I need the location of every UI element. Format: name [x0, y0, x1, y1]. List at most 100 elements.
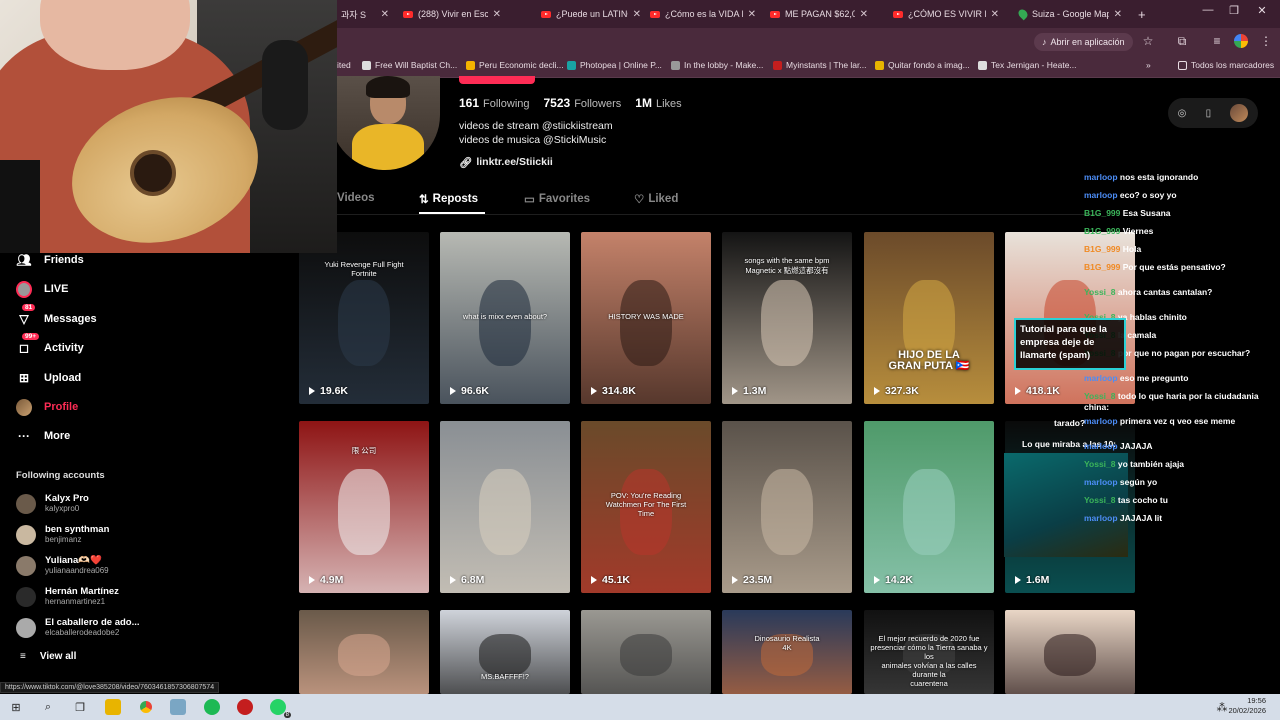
bookmark-item[interactable]: Peru Economic decli...	[466, 60, 564, 70]
sidebar-item-more[interactable]: ··· More	[16, 428, 70, 444]
bookmark-item[interactable]: Photopea | Online P...	[567, 60, 662, 70]
task-view-icon[interactable]: ❐	[72, 699, 88, 715]
menu-kebab-icon[interactable]: ⋮	[1258, 34, 1274, 48]
tab-videos[interactable]: Videos	[337, 192, 375, 204]
star-bookmark-icon[interactable]: ☆	[1140, 34, 1156, 48]
video-card[interactable]: Dinosaurio Realista 4K	[722, 610, 852, 694]
sidebar-item-friends[interactable]: 👥︎ Friends	[16, 252, 83, 268]
bookmark-label: Quitar fondo a imag...	[888, 60, 970, 70]
view-all-button[interactable]: ≡ View all	[20, 651, 76, 662]
chat-username: marloop	[1084, 441, 1118, 451]
windows-start-icon[interactable]: ⊞	[8, 699, 24, 715]
video-card[interactable]: 23.5M	[722, 421, 852, 593]
sidebar-item-messages[interactable]: ▽ 81 Messages	[16, 304, 97, 327]
chat-text: nos esta ignorando	[1119, 172, 1199, 182]
new-tab-button[interactable]: +	[1132, 4, 1152, 24]
app-taskbar-icon[interactable]	[170, 699, 186, 715]
following-stat[interactable]: 161 Following	[459, 96, 530, 110]
video-card[interactable]	[1005, 610, 1135, 694]
close-tab-icon[interactable]: ✕	[860, 9, 868, 20]
following-account[interactable]: El caballero de ado... elcaballerodeadobe…	[16, 617, 140, 638]
chat-text: según yo	[1119, 477, 1158, 487]
close-tab-icon[interactable]: ✕	[493, 9, 501, 20]
view-count: 96.6K	[450, 385, 489, 397]
following-account[interactable]: Yuliana🫶🏻❤️ yulianaandrea069	[16, 555, 109, 576]
minimize-icon[interactable]: —	[1196, 4, 1220, 16]
video-card[interactable]	[581, 610, 711, 694]
restore-icon[interactable]: ❐	[1222, 4, 1246, 17]
video-card[interactable]: MS.BAFFFF!?	[440, 610, 570, 694]
bookmark-label: Photopea | Online P...	[580, 60, 662, 70]
browser-tab[interactable]: (288) Vivir en Escocia ✕	[397, 4, 507, 24]
video-card[interactable]: 限 公司 4.9M	[299, 421, 429, 593]
obs-icon[interactable]	[237, 699, 253, 715]
bookmark-item[interactable]: Myinstants | The lar...	[773, 60, 866, 70]
following-account[interactable]: ben synthman benjimanz	[16, 524, 109, 545]
video-card[interactable]: songs with the same bpm Magnetic x 點燃這都沒…	[722, 232, 852, 404]
sidebar-item-activity[interactable]: ◻ 99+ Activity	[16, 333, 84, 356]
sidebar-item-profile[interactable]: Profile	[16, 398, 78, 416]
chrome-profile-avatar[interactable]	[1234, 34, 1248, 48]
video-thumbnail	[338, 633, 390, 676]
video-thumbnail	[620, 280, 672, 367]
close-tab-icon[interactable]: ✕	[991, 9, 999, 20]
video-thumbnail	[1044, 633, 1096, 676]
close-window-icon[interactable]: ✕	[1250, 4, 1274, 17]
video-card[interactable]: 6.8M	[440, 421, 570, 593]
browser-tab[interactable]: 과자 S ✕	[335, 4, 395, 24]
tab-liked[interactable]: ♡ Liked	[634, 192, 678, 206]
close-tab-icon[interactable]: ✕	[1114, 9, 1122, 20]
profile-avatar[interactable]	[330, 76, 440, 170]
tab-favorites[interactable]: ▭ Favorites	[524, 192, 590, 206]
chat-message: marloop eco? o soy yo	[1084, 190, 1274, 201]
phone-icon[interactable]: ▯	[1206, 108, 1212, 119]
bookmark-item[interactable]: Quitar fondo a imag...	[875, 60, 970, 70]
tab-liked-label: Liked	[648, 193, 679, 205]
close-tab-icon[interactable]: ✕	[381, 9, 389, 20]
user-avatar[interactable]	[1230, 104, 1249, 122]
tab-reposts[interactable]: ⇅ Reposts	[419, 192, 478, 206]
media-controls-icon[interactable]: ≡	[1209, 34, 1225, 48]
extensions-icon[interactable]: ⧉	[1174, 34, 1190, 49]
edit-profile-button[interactable]	[459, 76, 535, 84]
video-card[interactable]: El mejor recuerdo de 2020 fue presenciar…	[864, 610, 994, 694]
bookmark-item[interactable]: Free Will Baptist Ch...	[362, 60, 457, 70]
followers-label: Followers	[574, 98, 622, 110]
video-card[interactable]: HIJO DE LA GRAN PUTA 🇵🇷 327.3K	[864, 232, 994, 404]
whatsapp-icon[interactable]: 8	[270, 699, 291, 718]
bookmarks-overflow-icon[interactable]: »	[1146, 60, 1151, 70]
video-card[interactable]: POV: You're Reading Watchmen For The Fir…	[581, 421, 711, 593]
close-tab-icon[interactable]: ✕	[633, 9, 641, 20]
video-card[interactable]: 14.2K	[864, 421, 994, 593]
account-name: Kalyx Pro	[45, 493, 89, 504]
video-card[interactable]	[299, 610, 429, 694]
close-tab-icon[interactable]: ✕	[748, 9, 756, 20]
bookmark-item[interactable]: In the lobby - Make...	[671, 60, 763, 70]
video-card[interactable]: HISTORY WAS MADE 314.8K	[581, 232, 711, 404]
file-explorer-icon[interactable]	[105, 699, 121, 715]
video-card[interactable]: Yuki Revenge Full Fight Fortnite 19.6K	[299, 232, 429, 404]
bookmark-item[interactable]: ited	[337, 60, 351, 70]
followers-stat[interactable]: 7523 Followers	[544, 96, 622, 110]
bookmark-item[interactable]: Tex Jernigan - Heate...	[978, 60, 1077, 70]
all-bookmarks-button[interactable]: Todos los marcadores	[1178, 60, 1274, 70]
taskbar-clock[interactable]: 19:56 20/02/2026	[1228, 696, 1266, 716]
following-account[interactable]: Kalyx Pro kalyxpro0	[16, 493, 89, 514]
browser-tab[interactable]: ¿Cómo es la VIDA EN ✕	[644, 4, 762, 24]
search-icon[interactable]: ⌕	[40, 699, 56, 715]
following-account[interactable]: Hernán Martínez hernanmartinez1	[16, 586, 119, 607]
sidebar-item-live[interactable]: LIVE	[16, 280, 68, 298]
chat-username: marloop	[1084, 373, 1118, 383]
chrome-taskbar-icon[interactable]	[138, 699, 154, 715]
open-in-app-button[interactable]: ♪ Abrir en aplicación	[1034, 33, 1133, 51]
compass-icon[interactable]: ◎	[1178, 108, 1187, 119]
video-card[interactable]: what is mixx even about? 96.6K	[440, 232, 570, 404]
sidebar-item-upload[interactable]: ⊞ Upload	[16, 370, 81, 386]
profile-link[interactable]: 🔗︎ linktr.ee/Stiickii	[459, 156, 553, 169]
browser-tab[interactable]: ME PAGAN $62,000 P ✕	[764, 4, 874, 24]
browser-tab[interactable]: ¿CÓMO ES VIVIR EN ✕	[887, 4, 1005, 24]
maps-pin-icon	[1016, 7, 1030, 21]
browser-tab[interactable]: ¿Puede un LATINO v ✕	[535, 4, 647, 24]
browser-tab[interactable]: Suiza - Google Maps ✕	[1013, 4, 1128, 24]
spotify-icon[interactable]	[204, 699, 220, 715]
